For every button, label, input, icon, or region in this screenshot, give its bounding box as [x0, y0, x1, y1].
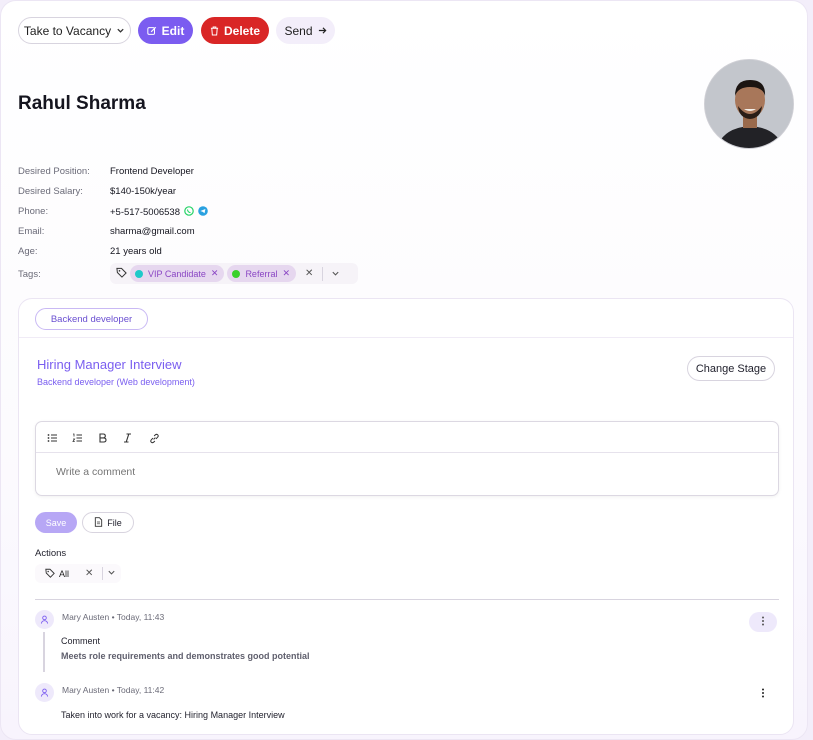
tags-label: Tags: [18, 269, 41, 280]
edit-button[interactable]: Edit [138, 17, 193, 44]
comment-input[interactable] [56, 466, 756, 478]
activity-thread-line [43, 632, 45, 672]
send-label: Send [284, 23, 313, 38]
remove-tag-icon[interactable]: ✕ [211, 268, 219, 279]
tag-referral[interactable]: Referral ✕ [227, 265, 296, 282]
clear-tags-icon[interactable]: ✕ [305, 268, 313, 279]
tag-label: VIP Candidate [148, 268, 206, 279]
actions-filter-value: All [59, 568, 70, 579]
tag-vip-candidate[interactable]: VIP Candidate ✕ [130, 265, 225, 282]
phone-row: +5-517-5006538 [110, 206, 208, 219]
link-icon[interactable] [147, 431, 161, 445]
comment-editor [35, 421, 779, 496]
more-options-button[interactable] [749, 612, 777, 632]
tag-icon [116, 265, 127, 283]
whatsapp-icon[interactable] [184, 206, 194, 219]
author-avatar [35, 610, 54, 629]
age-label: Age: [18, 246, 38, 257]
activity-comment-body: Meets role requirements and demonstrates… [61, 651, 310, 661]
save-button[interactable]: Save [35, 512, 77, 533]
telegram-icon[interactable] [198, 206, 208, 219]
email-label: Email: [18, 226, 45, 237]
salary-value: $140-150k/year [110, 186, 177, 197]
delete-label: Delete [223, 23, 261, 38]
divider [19, 337, 793, 338]
activity-meta: Mary Austen • Today, 11:42 [62, 685, 165, 695]
file-button[interactable]: File [82, 512, 134, 533]
bullet-list-icon[interactable] [45, 431, 59, 445]
candidate-avatar [704, 59, 794, 149]
tag-color-dot [232, 269, 241, 278]
more-options-button[interactable] [749, 684, 777, 704]
clear-filter-icon[interactable]: ✕ [85, 568, 93, 579]
salary-label: Desired Salary: [18, 186, 83, 197]
edit-label: Edit [161, 23, 185, 38]
activity-divider [35, 599, 779, 600]
phone-label: Phone: [18, 206, 49, 217]
activity-text: Taken into work for a vacancy: Hiring Ma… [61, 710, 285, 720]
candidate-name: Rahul Sharma [18, 93, 146, 114]
tags-select[interactable]: VIP Candidate ✕ Referral ✕ ✕ [110, 263, 358, 284]
chevron-down-icon[interactable] [331, 265, 340, 283]
tag-icon [45, 568, 55, 580]
chevron-down-icon[interactable] [107, 568, 116, 579]
filter-divider [102, 567, 104, 580]
email-value[interactable]: sharma@gmail.com [110, 226, 195, 237]
kebab-icon [761, 685, 765, 703]
user-icon [40, 684, 49, 702]
actions-label: Actions [35, 548, 67, 559]
position-label: Desired Position: [18, 166, 90, 177]
take-to-vacancy-dropdown[interactable]: Take to Vacancy [18, 17, 131, 44]
numbered-list-icon[interactable] [70, 431, 84, 445]
take-to-vacancy-label: Take to Vacancy [23, 23, 112, 38]
activity-meta: Mary Austen • Today, 11:43 [62, 612, 165, 622]
tag-label: Referral [245, 268, 278, 279]
remove-tag-icon[interactable]: ✕ [282, 268, 290, 279]
chevron-down-icon [116, 26, 125, 35]
stage-title: Hiring Manager Interview [37, 357, 182, 372]
activity-type: Comment [61, 636, 101, 646]
file-label: File [107, 517, 122, 528]
position-value: Frontend Developer [110, 166, 194, 177]
arrow-right-icon [318, 26, 327, 35]
send-button[interactable]: Send [276, 17, 335, 44]
bold-icon[interactable] [95, 431, 109, 445]
file-icon [94, 516, 103, 529]
italic-icon[interactable] [120, 431, 134, 445]
stage-subtitle: Backend developer (Web development) [37, 377, 195, 387]
kebab-icon [761, 613, 765, 631]
change-stage-button[interactable]: Change Stage [687, 356, 775, 381]
candidate-card: Take to Vacancy Edit Delete Send Rahul S… [0, 0, 808, 740]
editor-toolbar [36, 422, 778, 453]
delete-button[interactable]: Delete [201, 17, 269, 44]
edit-icon [146, 26, 157, 36]
user-icon [40, 611, 49, 629]
tags-divider [322, 266, 324, 281]
tag-color-dot [135, 269, 143, 278]
author-avatar [35, 683, 54, 702]
phone-value: +5-517-5006538 [110, 207, 180, 218]
trash-icon [210, 25, 219, 36]
pipeline-card: Backend developer Hiring Manager Intervi… [18, 298, 794, 735]
actions-filter-select[interactable]: All ✕ [35, 564, 121, 583]
age-value: 21 years old [110, 246, 162, 257]
vacancy-pill[interactable]: Backend developer [35, 308, 148, 330]
